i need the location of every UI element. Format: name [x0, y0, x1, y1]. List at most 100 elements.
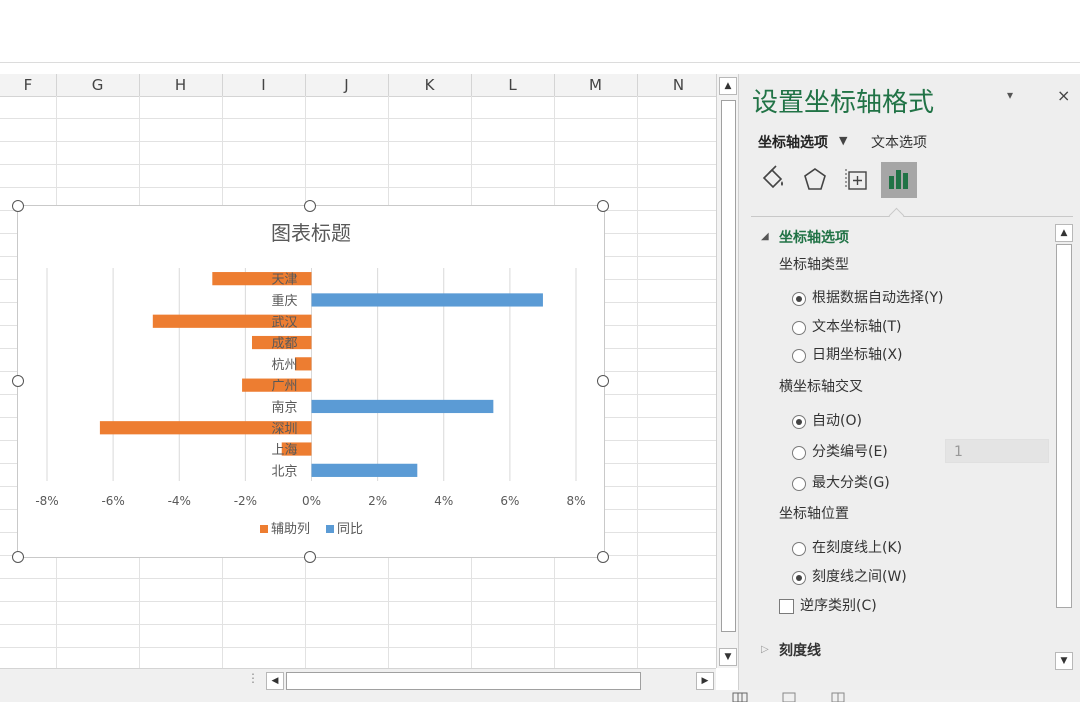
sheet-horizontal-scrollbar[interactable]: ⋮ ◀ ▶	[0, 668, 716, 691]
x-tick-label: 2%	[368, 494, 387, 508]
radio-cross-category-number[interactable]	[792, 446, 806, 460]
bar	[311, 293, 543, 307]
x-tick-label: 4%	[434, 494, 453, 508]
option-cross-max-category-label[interactable]: 最大分类(G)	[812, 473, 890, 493]
column-header-f[interactable]: F	[0, 74, 57, 96]
page-break-view-icon[interactable]	[830, 691, 846, 702]
column-header-m[interactable]: M	[554, 74, 638, 96]
chart-resize-handle-top-left[interactable]	[12, 200, 24, 212]
column-header-l[interactable]: L	[471, 74, 555, 96]
option-between-tick-marks-label[interactable]: 刻度线之间(W)	[812, 567, 907, 587]
option-cross-auto-label[interactable]: 自动(O)	[812, 411, 862, 431]
column-header-n[interactable]: N	[637, 74, 716, 96]
radio-date-axis[interactable]	[792, 349, 806, 363]
pane-divider-notch	[888, 207, 905, 224]
effects-pentagon-icon[interactable]	[797, 162, 833, 198]
scroll-up-icon[interactable]: ▲	[719, 77, 737, 95]
option-on-tick-marks-label[interactable]: 在刻度线上(K)	[812, 538, 902, 558]
sheet-vertical-scrollbar[interactable]: ▲ ▼	[716, 74, 739, 668]
legend-swatch	[260, 525, 268, 533]
option-auto-select-label[interactable]: 根据数据自动选择(Y)	[812, 288, 943, 308]
column-header-j[interactable]: J	[305, 74, 389, 96]
x-tick-label: 8%	[566, 494, 585, 508]
collapse-triangle-icon[interactable]: ◢	[761, 231, 769, 242]
axis-options-bar-chart-icon[interactable]	[881, 162, 917, 198]
category-label: 南京	[271, 399, 297, 415]
chart-canvas[interactable]: 图表标题 天津重庆武汉成都杭州广州南京深圳上海北京 -8% -6% -4% -2% 0%…	[18, 206, 604, 557]
category-label: 北京	[271, 464, 297, 479]
category-label: 广州	[271, 379, 297, 394]
chart-resize-handle-top[interactable]	[304, 200, 316, 212]
legend-label: 同比	[337, 522, 363, 537]
close-icon[interactable]: ×	[1057, 86, 1070, 105]
radio-between-tick-marks[interactable]	[792, 571, 806, 585]
scroll-right-icon[interactable]: ▶	[696, 672, 714, 690]
radio-on-tick-marks[interactable]	[792, 542, 806, 556]
category-number-input[interactable]: 1	[945, 439, 1049, 463]
size-properties-icon[interactable]	[839, 162, 875, 198]
category-label: 深圳	[271, 422, 297, 437]
chart-resize-handle-bottom-right[interactable]	[597, 551, 609, 563]
bar	[311, 463, 418, 477]
pane-icon-tabs	[753, 162, 1080, 200]
pane-scroll-thumb[interactable]	[1056, 244, 1072, 608]
reverse-categories-checkbox[interactable]	[779, 599, 794, 614]
option-text-axis-label[interactable]: 文本坐标轴(T)	[812, 317, 901, 337]
x-tick-label: -8%	[35, 494, 58, 508]
option-date-axis-label[interactable]: 日期坐标轴(X)	[812, 345, 903, 365]
split-handle-icon[interactable]: ⋮	[247, 671, 259, 685]
category-label: 重庆	[271, 293, 297, 309]
scroll-thumb[interactable]	[721, 100, 736, 632]
reverse-categories-label[interactable]: 逆序类别(C)	[800, 596, 877, 616]
column-header-h[interactable]: H	[139, 74, 223, 96]
x-tick-label: -2%	[234, 494, 257, 508]
bar-chart[interactable]: 图表标题 天津 重庆 武汉 成都 杭州 广州 南京 深圳 上海 北京 -8% -6% -4% -2% 0%…	[17, 205, 605, 558]
section-tick-marks[interactable]: 刻度线	[779, 640, 821, 660]
chart-title[interactable]: 图表标题	[271, 221, 351, 245]
x-tick-label: 0%	[302, 494, 321, 508]
tab-text-options[interactable]: 文本选项	[871, 132, 927, 152]
chevron-down-icon[interactable]: ▾	[1007, 88, 1013, 102]
tab-dropdown-icon[interactable]: ▼	[839, 134, 847, 147]
category-label: 上海	[271, 443, 297, 458]
chart-resize-handle-bottom[interactable]	[304, 551, 316, 563]
category-label: 杭州	[271, 358, 297, 373]
column-header-k[interactable]: K	[388, 74, 472, 96]
radio-text-axis[interactable]	[792, 321, 806, 335]
column-header-row: F G H I J K L M N	[0, 74, 716, 97]
fill-line-icon[interactable]	[755, 162, 791, 198]
x-tick-label: -4%	[168, 494, 191, 508]
scroll-left-icon[interactable]: ◀	[266, 672, 284, 690]
axis-position-label: 坐标轴位置	[779, 506, 849, 522]
expand-triangle-icon[interactable]: ▷	[761, 644, 769, 655]
chart-resize-handle-right[interactable]	[597, 375, 609, 387]
column-header-i[interactable]: I	[222, 74, 306, 96]
chart-resize-handle-top-right[interactable]	[597, 200, 609, 212]
option-cross-category-number-label[interactable]: 分类编号(E)	[812, 442, 888, 462]
tab-axis-options[interactable]: 坐标轴选项	[758, 132, 828, 152]
page-layout-view-icon[interactable]	[781, 691, 797, 702]
radio-cross-auto[interactable]	[792, 415, 806, 429]
radio-auto-select[interactable]	[792, 292, 806, 306]
radio-cross-max-category[interactable]	[792, 477, 806, 491]
pane-scroll-down-icon[interactable]: ▼	[1055, 652, 1073, 670]
pane-scroll-up-icon[interactable]: ▲	[1055, 224, 1073, 242]
category-label: 武汉	[271, 315, 297, 330]
chart-resize-handle-bottom-left[interactable]	[12, 551, 24, 563]
horizontal-scroll-thumb[interactable]	[286, 672, 641, 690]
format-axis-pane: 设置坐标轴格式 ▾ × 坐标轴选项 ▼ 文本选项 ◢ 坐标轴选项 坐标轴类型 根…	[738, 74, 1080, 690]
bar	[311, 399, 494, 414]
ribbon-area	[0, 0, 1080, 63]
axis-type-label: 坐标轴类型	[779, 257, 849, 273]
legend-label: 辅助列	[271, 522, 310, 537]
pane-vertical-scrollbar[interactable]: ▲ ▼	[1055, 224, 1073, 672]
section-axis-options[interactable]: 坐标轴选项	[779, 227, 849, 247]
cross-label: 横坐标轴交叉	[779, 379, 863, 395]
scroll-down-icon[interactable]: ▼	[719, 648, 737, 666]
legend-swatch	[326, 525, 334, 533]
normal-view-icon[interactable]	[732, 691, 748, 702]
column-header-g[interactable]: G	[56, 74, 140, 96]
chart-resize-handle-left[interactable]	[12, 375, 24, 387]
category-label: 成都	[271, 337, 297, 352]
pane-title: 设置坐标轴格式	[752, 88, 935, 118]
